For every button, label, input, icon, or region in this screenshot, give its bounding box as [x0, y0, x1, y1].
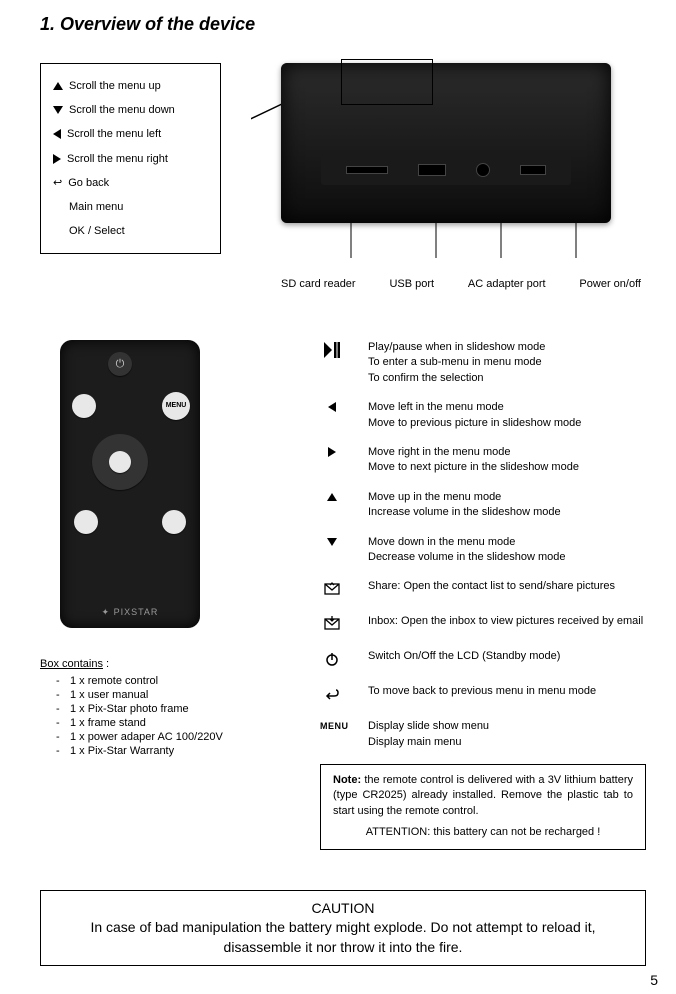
legend-ok-select: OK / Select: [69, 219, 125, 243]
inbox-icon: [320, 614, 344, 635]
play-pause-icon: [320, 340, 344, 361]
button-legend-box: Scroll the menu up Scroll the menu down …: [40, 63, 221, 254]
box-item: 1 x remote control: [70, 674, 290, 688]
port-label-usb: USB port: [389, 278, 434, 290]
legend-scroll-right: Scroll the menu right: [67, 147, 168, 171]
page-title: 1. Overview of the device: [40, 14, 646, 35]
func-inbox: Inbox: Open the inbox to view pictures r…: [368, 614, 646, 629]
back-button-icon: [72, 394, 96, 418]
legend-scroll-left: Scroll the menu left: [67, 122, 161, 146]
back-arrow-icon: ↩: [53, 171, 62, 195]
remote-control-illustration: ⏻ MENU ✦ PIXSTAR: [60, 340, 200, 628]
func-power: Switch On/Off the LCD (Standby mode): [368, 649, 646, 664]
inbox-button-icon: [162, 510, 186, 534]
box-contains-header: Box contains: [40, 658, 103, 670]
caution-body: In case of bad manipulation the battery …: [55, 918, 631, 957]
note-box: Note: the remote control is delivered wi…: [320, 764, 646, 850]
note-body: the remote control is delivered with a 3…: [333, 774, 633, 817]
triangle-right-icon: [53, 154, 61, 164]
dc-port-icon: [476, 163, 490, 177]
port-label-ac: AC adapter port: [468, 278, 546, 290]
legend-scroll-down: Scroll the menu down: [69, 98, 175, 122]
box-item: 1 x frame stand: [70, 716, 290, 730]
triangle-down-icon: [53, 106, 63, 114]
triangle-left-icon: [53, 129, 61, 139]
note-attention: ATTENTION: this battery can not be recha…: [333, 825, 633, 840]
triangle-up-icon: [320, 490, 344, 504]
port-label-sd: SD card reader: [281, 278, 356, 290]
legend-go-back: Go back: [68, 171, 109, 195]
share-button-icon: [74, 510, 98, 534]
triangle-left-icon: [320, 400, 344, 415]
func-back: To move back to previous menu in menu mo…: [368, 684, 646, 699]
note-label: Note:: [333, 774, 361, 786]
func-move-left: Move left in the menu mode Move to previ…: [368, 400, 646, 431]
triangle-down-icon: [320, 535, 344, 549]
brand-label: ✦ PIXSTAR: [60, 607, 200, 618]
power-icon: [320, 649, 344, 670]
triangle-right-icon: [320, 445, 344, 460]
box-item: 1 x power adaper AC 100/220V: [70, 730, 290, 744]
caution-box: CAUTION In case of bad manipulation the …: [40, 890, 646, 967]
func-menu: Display slide show menu Display main men…: [368, 719, 646, 750]
share-icon: [320, 579, 344, 600]
sd-slot-icon: [346, 166, 388, 174]
box-contains-section: Box contains : 1 x remote control 1 x us…: [40, 658, 290, 758]
menu-text-icon: MENU: [320, 719, 344, 731]
power-icon: ⏻: [108, 352, 132, 376]
usb-slot-icon: [418, 164, 446, 176]
func-play-pause: Play/pause when in slideshow mode To ent…: [368, 340, 646, 386]
device-diagram: SD card reader USB port AC adapter port …: [251, 63, 646, 290]
menu-button-icon: MENU: [162, 392, 190, 420]
power-switch-icon: [520, 165, 546, 175]
legend-scroll-up: Scroll the menu up: [69, 74, 161, 98]
box-item: 1 x Pix-Star Warranty: [70, 744, 290, 758]
func-move-right: Move right in the menu mode Move to next…: [368, 445, 646, 476]
triangle-up-icon: [53, 82, 63, 90]
caution-header: CAUTION: [55, 899, 631, 919]
port-label-power: Power on/off: [579, 278, 641, 290]
func-move-up: Move up in the menu mode Increase volume…: [368, 490, 646, 521]
func-share: Share: Open the contact list to send/sha…: [368, 579, 646, 594]
page-number: 5: [650, 972, 658, 988]
func-move-down: Move down in the menu mode Decrease volu…: [368, 535, 646, 566]
dpad-center-icon: [109, 451, 131, 473]
function-list: Play/pause when in slideshow mode To ent…: [320, 340, 646, 850]
legend-main-menu: Main menu: [69, 195, 123, 219]
box-item: 1 x user manual: [70, 688, 290, 702]
back-arrow-icon: [320, 684, 344, 705]
box-item: 1 x Pix-Star photo frame: [70, 702, 290, 716]
